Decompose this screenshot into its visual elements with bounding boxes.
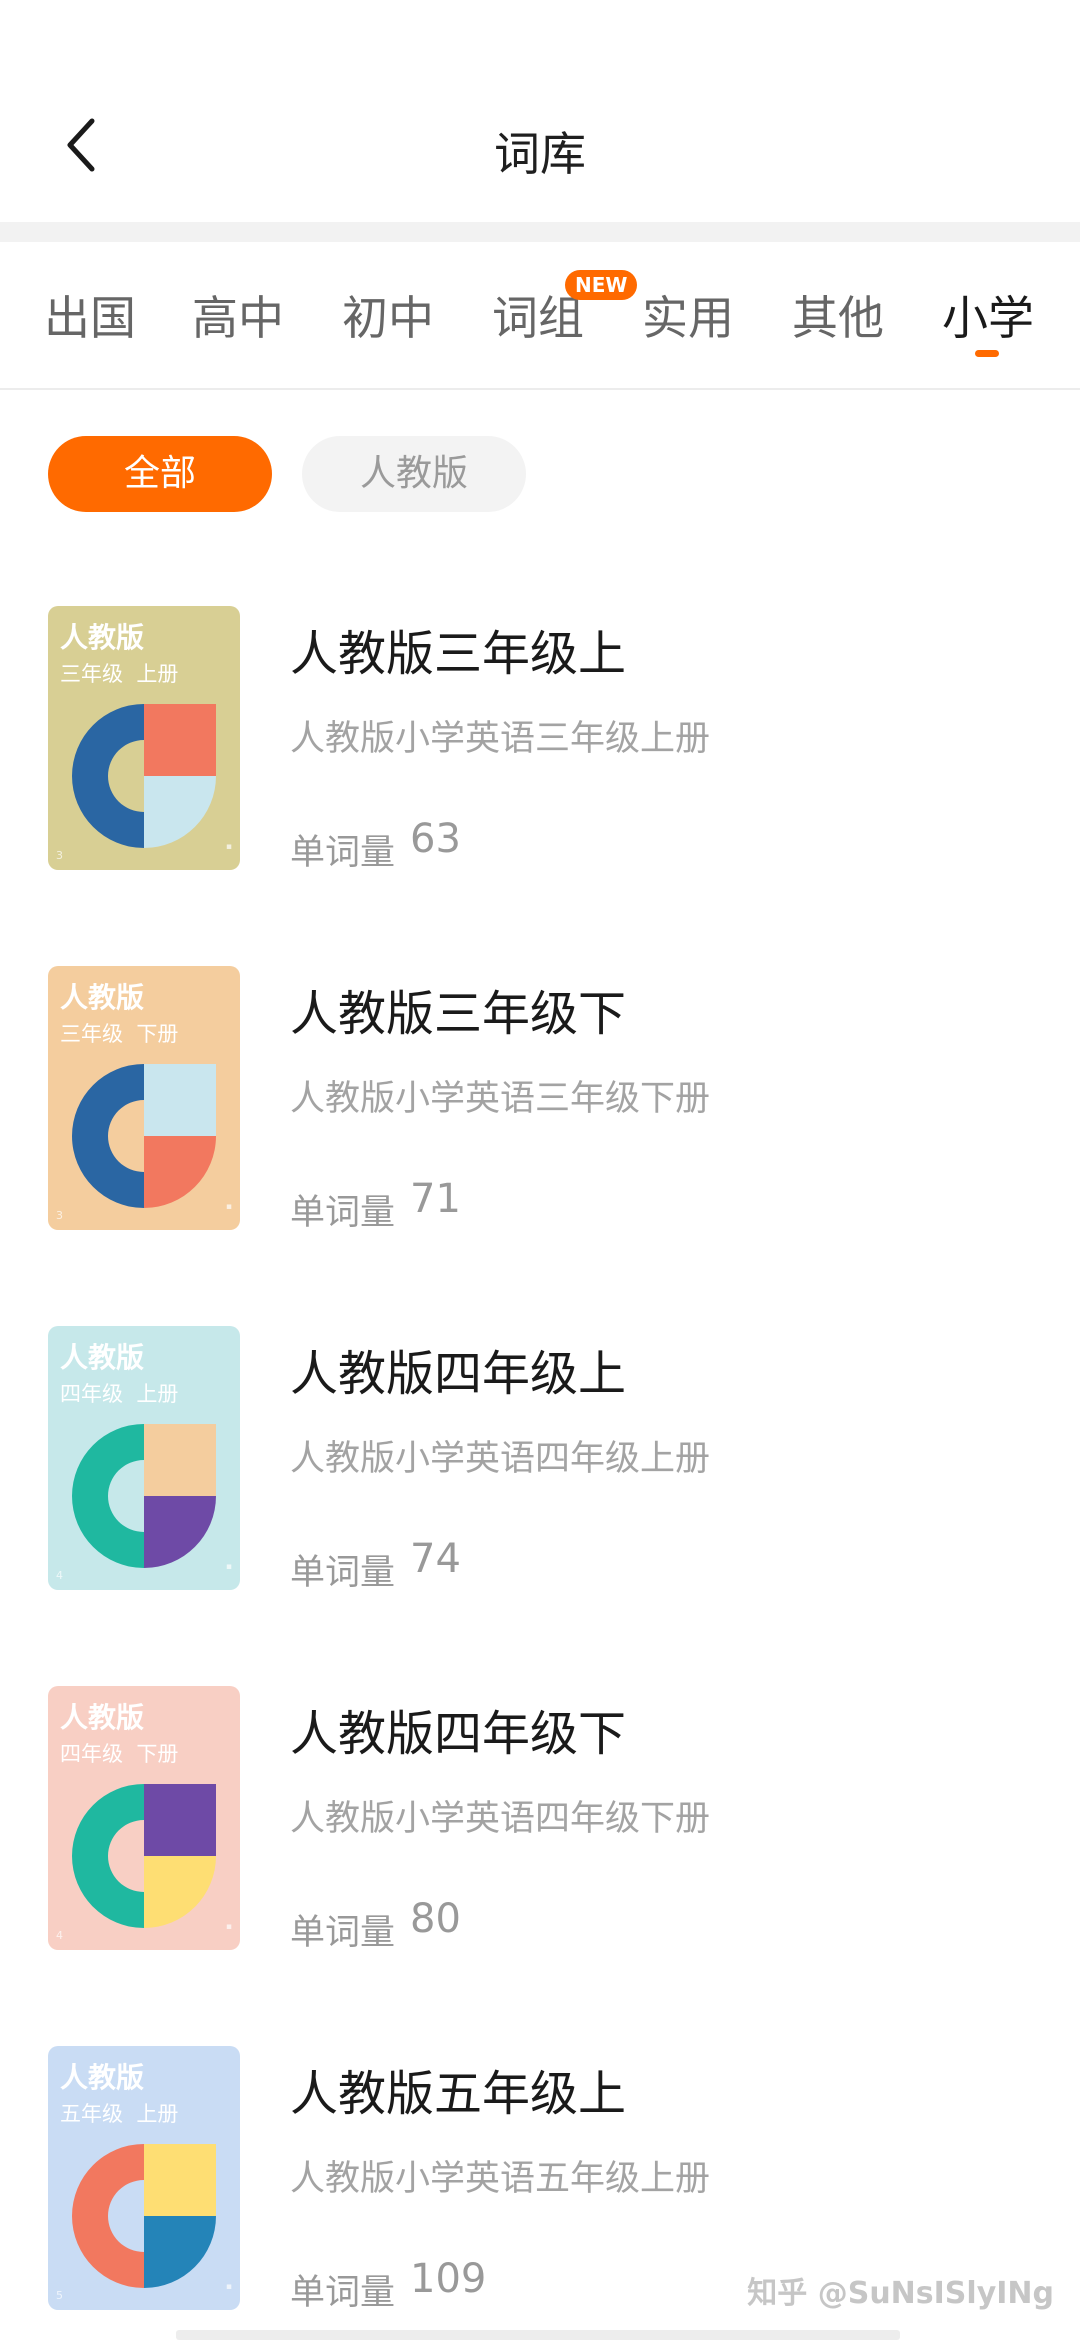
word-count-label: 单词量 [290,1553,396,1593]
divider-band [0,222,1080,242]
book-subtitle: 人教版小学英语四年级下册 [290,1799,711,1839]
book-title: 人教版三年级上 [290,626,627,682]
cover-graphic [72,1424,216,1568]
cover-spine-mark: ▪ [225,1562,232,1572]
word-count: 74 [410,1536,461,1582]
tab-gaozhong[interactable]: 高中 [192,282,284,348]
cover-grade: 三年级 上册 [60,662,179,686]
book-title: 人教版五年级上 [290,2066,627,2122]
cover-grade: 三年级 下册 [60,1022,179,1046]
word-count-label: 单词量 [290,1913,396,1953]
top-bar: 词库 [0,0,1080,222]
word-count: 109 [410,2256,487,2302]
word-count-label: 单词量 [290,2273,396,2313]
cover-graphic [72,1784,216,1928]
book-cover: 人教版 四年级 上册 4 ▪ [48,1326,240,1590]
book-cover: 人教版 三年级 上册 3 ▪ [48,606,240,870]
word-count-label: 单词量 [290,1193,396,1233]
new-badge: NEW [565,270,638,300]
filter-chips: 全部 人教版 [0,436,1080,512]
word-count: 71 [410,1176,461,1222]
cover-publisher: 人教版 [60,1341,145,1374]
cover-publisher: 人教版 [60,2061,145,2094]
list-item[interactable]: 人教版 三年级 下册 3 ▪ 人教版三年级下 人教版小学英语三年级下册 单词量 … [0,966,1080,1233]
book-subtitle: 人教版小学英语三年级上册 [290,719,711,759]
book-title: 人教版四年级下 [290,1706,627,1762]
book-cover: 人教版 五年级 上册 5 ▪ [48,2046,240,2310]
page-title: 词库 [494,127,586,181]
word-count: 63 [410,816,461,862]
book-subtitle: 人教版小学英语五年级上册 [290,2159,711,2199]
cover-spine-mark: ▪ [225,2282,232,2292]
bottom-scroll-bar [176,2330,900,2340]
book-cover: 人教版 三年级 下册 3 ▪ [48,966,240,1230]
tab-shiyong[interactable]: 实用 [642,282,734,348]
tab-chuguo[interactable]: 出国 [44,282,136,348]
cover-spine-mark: ▪ [225,1202,232,1212]
book-subtitle: 人教版小学英语三年级下册 [290,1079,711,1119]
cover-number: 4 [56,1929,63,1942]
word-count: 80 [410,1896,461,1942]
cover-publisher: 人教版 [60,981,145,1014]
word-count-label: 单词量 [290,833,396,873]
cover-spine-mark: ▪ [225,842,232,852]
cover-graphic [72,1064,216,1208]
book-subtitle: 人教版小学英语四年级上册 [290,1439,711,1479]
filter-renjiaoban-chip[interactable]: 人教版 [302,436,526,512]
book-cover: 人教版 四年级 下册 4 ▪ [48,1686,240,1950]
cover-publisher: 人教版 [60,1701,145,1734]
cover-grade: 五年级 上册 [60,2102,179,2126]
tab-chuzhong[interactable]: 初中 [342,282,434,348]
cover-publisher: 人教版 [60,621,145,654]
cover-graphic [72,704,216,848]
cover-grade: 四年级 上册 [60,1382,179,1406]
category-tabs: 出国 高中 初中 词组 NEW 实用 其他 小学 [0,242,1080,390]
filter-all-chip[interactable]: 全部 [48,436,272,512]
cover-graphic [72,2144,216,2288]
book-title: 人教版四年级上 [290,1346,627,1402]
cover-number: 4 [56,1569,63,1582]
cover-spine-mark: ▪ [225,1922,232,1932]
cover-number: 5 [56,2289,63,2302]
tab-qita[interactable]: 其他 [792,282,884,348]
list-item[interactable]: 人教版 三年级 上册 3 ▪ 人教版三年级上 人教版小学英语三年级上册 单词量 … [0,606,1080,873]
cover-grade: 四年级 下册 [60,1742,179,1766]
list-item[interactable]: 人教版 四年级 下册 4 ▪ 人教版四年级下 人教版小学英语四年级下册 单词量 … [0,1686,1080,1953]
list-item[interactable]: 人教版 四年级 上册 4 ▪ 人教版四年级上 人教版小学英语四年级上册 单词量 … [0,1326,1080,1593]
book-title: 人教版三年级下 [290,986,627,1042]
tab-xiaoxue[interactable]: 小学 [942,282,1034,348]
active-tab-indicator [975,350,999,357]
cover-number: 3 [56,1209,63,1222]
cover-number: 3 [56,849,63,862]
watermark: 知乎 @SuNsISlyINg [747,2276,1054,2311]
